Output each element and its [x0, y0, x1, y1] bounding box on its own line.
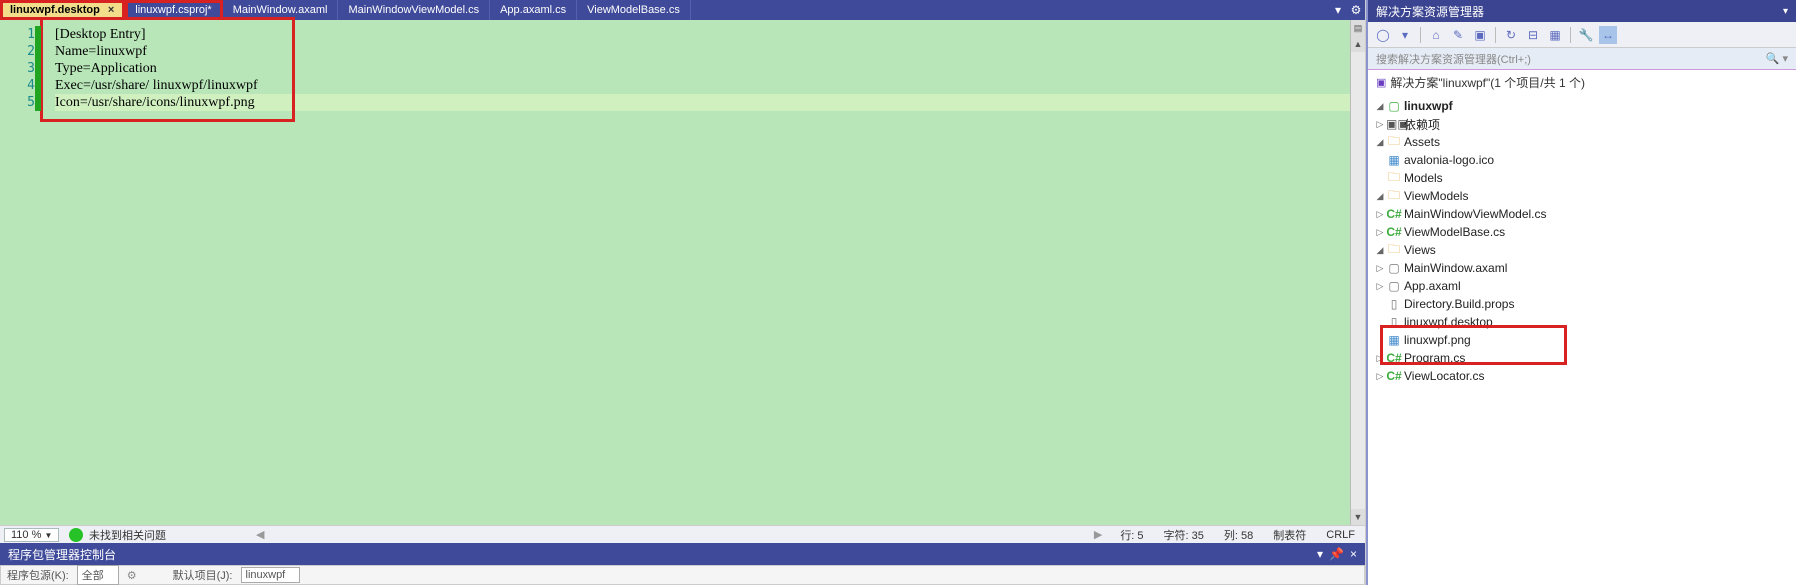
- show-all-icon[interactable]: ▣: [1471, 26, 1489, 44]
- pin-icon[interactable]: 📌: [1329, 547, 1344, 561]
- tab-overflow-icon[interactable]: ▾: [1329, 0, 1347, 20]
- scroll-up-icon[interactable]: ▲: [1351, 36, 1365, 52]
- tab-viewmodelbase-cs[interactable]: ViewModelBase.cs: [577, 0, 691, 20]
- package-manager-toolbar: 程序包源(K): 全部 ⚙ 默认项目(J): linuxwpf: [0, 565, 1365, 585]
- file-vmbase[interactable]: ▷C#ViewModelBase.cs: [1368, 223, 1796, 241]
- gear-icon[interactable]: ⚙: [127, 569, 137, 582]
- status-eol[interactable]: CRLF: [1316, 529, 1365, 541]
- package-manager-title: 程序包管理器控制台: [8, 546, 116, 563]
- tab-linuxwpf-desktop[interactable]: linuxwpf.desktop ×: [0, 0, 125, 20]
- code-editor[interactable]: [Desktop Entry] Name=linuxwpf Type=Appli…: [45, 20, 1350, 525]
- collapse-icon[interactable]: ⊟: [1524, 26, 1542, 44]
- wrench-icon[interactable]: 🔧: [1577, 26, 1595, 44]
- forward-icon[interactable]: ▾: [1396, 26, 1414, 44]
- tab-label: MainWindow.axaml: [233, 4, 328, 16]
- file-viewlocator-cs[interactable]: ▷C#ViewLocator.cs: [1368, 367, 1796, 385]
- issues-label[interactable]: 未找到相关问题: [89, 527, 166, 543]
- status-col[interactable]: 列: 58: [1214, 527, 1263, 543]
- line-number: 5: [0, 94, 41, 111]
- pkg-project-label: 默认项目(J):: [173, 567, 233, 583]
- line-number: 3: [0, 60, 41, 77]
- file-mainwindow-axaml[interactable]: ▷▢MainWindow.axaml: [1368, 259, 1796, 277]
- status-ok-icon: [69, 528, 83, 542]
- status-char[interactable]: 字符: 35: [1154, 527, 1214, 543]
- deps-node[interactable]: ▷▣▣依赖项: [1368, 115, 1796, 133]
- line-number: 2: [0, 43, 41, 60]
- file-linuxwpf-png[interactable]: ▦linuxwpf.png: [1368, 331, 1796, 349]
- folder-assets[interactable]: ◢🗀Assets: [1368, 133, 1796, 151]
- scroll-split-icon[interactable]: ▤: [1351, 20, 1365, 36]
- code-line: Name=linuxwpf: [55, 43, 1350, 60]
- solution-explorer-pane: 解决方案资源管理器 ▾ ◯ ▾ ⌂ ✎ ▣ ↻ ⊟ ▦ 🔧 ↔ 搜索解决方案资源…: [1366, 0, 1796, 585]
- file-directory-build-props[interactable]: ▯Directory.Build.props: [1368, 295, 1796, 313]
- tab-label: App.axaml.cs: [500, 4, 566, 16]
- folder-models[interactable]: 🗀Models: [1368, 169, 1796, 187]
- scroll-down-icon[interactable]: ▼: [1351, 509, 1365, 525]
- tab-mainwindowviewmodel-cs[interactable]: MainWindowViewModel.cs: [338, 0, 490, 20]
- solution-explorer-titlebar: 解决方案资源管理器 ▾: [1368, 0, 1796, 22]
- code-line: [Desktop Entry]: [55, 26, 1350, 43]
- status-line[interactable]: 行: 5: [1110, 527, 1153, 543]
- editor-pane: linuxwpf.desktop × linuxwpf.csproj* Main…: [0, 0, 1366, 585]
- properties-icon[interactable]: ▦: [1546, 26, 1564, 44]
- status-ins[interactable]: 制表符: [1263, 527, 1316, 543]
- scroll-right-icon[interactable]: ▶: [1094, 528, 1102, 541]
- file-avalonia-logo[interactable]: ▦avalonia-logo.ico: [1368, 151, 1796, 169]
- file-linuxwpf-desktop[interactable]: ▯linuxwpf.desktop: [1368, 313, 1796, 331]
- line-number-gutter: 1 2 3 4 5: [0, 20, 45, 525]
- tab-label: linuxwpf.csproj*: [135, 4, 211, 16]
- search-dropdown-icon[interactable]: 🔍 ▾: [1766, 52, 1788, 65]
- panel-menu-icon[interactable]: ▾: [1783, 6, 1788, 17]
- file-mwvm[interactable]: ▷C#MainWindowViewModel.cs: [1368, 205, 1796, 223]
- file-program-cs[interactable]: ▷C#Program.cs: [1368, 349, 1796, 367]
- code-line: Type=Application: [55, 60, 1350, 77]
- solution-tree: ◢▢linuxwpf ▷▣▣依赖项 ◢🗀Assets ▦avalonia-log…: [1368, 95, 1796, 585]
- solution-explorer-search[interactable]: 搜索解决方案资源管理器(Ctrl+;) 🔍 ▾: [1368, 48, 1796, 70]
- tab-label: linuxwpf.desktop: [10, 4, 100, 16]
- scroll-left-icon[interactable]: ◀: [256, 528, 264, 541]
- gear-icon[interactable]: ⚙: [1347, 0, 1365, 20]
- editor-statusbar: 110 % ▼ 未找到相关问题 ◀ ▶ 行: 5 字符: 35 列: 58 制表…: [0, 525, 1365, 543]
- tab-linuxwpf-csproj[interactable]: linuxwpf.csproj*: [125, 0, 222, 20]
- back-icon[interactable]: ◯: [1374, 26, 1392, 44]
- tab-app-axaml-cs[interactable]: App.axaml.cs: [490, 0, 577, 20]
- line-number: 1: [0, 26, 41, 43]
- folder-views[interactable]: ◢🗀Views: [1368, 241, 1796, 259]
- code-line: Exec=/usr/share/ linuxwpf/linuxwpf: [55, 77, 1350, 94]
- editor-body: 1 2 3 4 5 [Desktop Entry] Name=linuxwpf …: [0, 20, 1365, 525]
- solution-icon: ▣: [1376, 76, 1386, 89]
- vertical-scrollbar[interactable]: ▤ ▲ ▼: [1350, 20, 1365, 525]
- pkg-source-combo[interactable]: 全部: [77, 565, 119, 585]
- close-icon[interactable]: ×: [1350, 547, 1357, 561]
- preview-icon[interactable]: ↔: [1599, 26, 1617, 44]
- editor-tabbar: linuxwpf.desktop × linuxwpf.csproj* Main…: [0, 0, 1365, 20]
- solution-header[interactable]: ▣ 解决方案"linuxwpf"(1 个项目/共 1 个): [1368, 70, 1796, 95]
- zoom-combo[interactable]: 110 % ▼: [4, 528, 59, 542]
- panel-menu-icon[interactable]: ▾: [1317, 547, 1323, 561]
- tab-label: MainWindowViewModel.cs: [348, 4, 479, 16]
- close-icon[interactable]: ×: [108, 4, 114, 16]
- pkg-project-combo[interactable]: linuxwpf: [241, 567, 301, 583]
- pkg-source-label: 程序包源(K):: [7, 567, 69, 583]
- solution-explorer-toolbar: ◯ ▾ ⌂ ✎ ▣ ↻ ⊟ ▦ 🔧 ↔: [1368, 22, 1796, 48]
- folder-viewmodels[interactable]: ◢🗀ViewModels: [1368, 187, 1796, 205]
- code-line: Icon=/usr/share/icons/linuxwpf.png: [55, 94, 1350, 111]
- package-manager-titlebar: 程序包管理器控制台 ▾ 📌 ×: [0, 543, 1365, 565]
- refresh-icon[interactable]: ↻: [1502, 26, 1520, 44]
- file-app-axaml[interactable]: ▷▢App.axaml: [1368, 277, 1796, 295]
- project-node[interactable]: ◢▢linuxwpf: [1368, 97, 1796, 115]
- line-number: 4: [0, 77, 41, 94]
- sync-icon[interactable]: ✎: [1449, 26, 1467, 44]
- home-icon[interactable]: ⌂: [1427, 26, 1445, 44]
- tab-label: ViewModelBase.cs: [587, 4, 680, 16]
- tab-mainwindow-axaml[interactable]: MainWindow.axaml: [223, 0, 339, 20]
